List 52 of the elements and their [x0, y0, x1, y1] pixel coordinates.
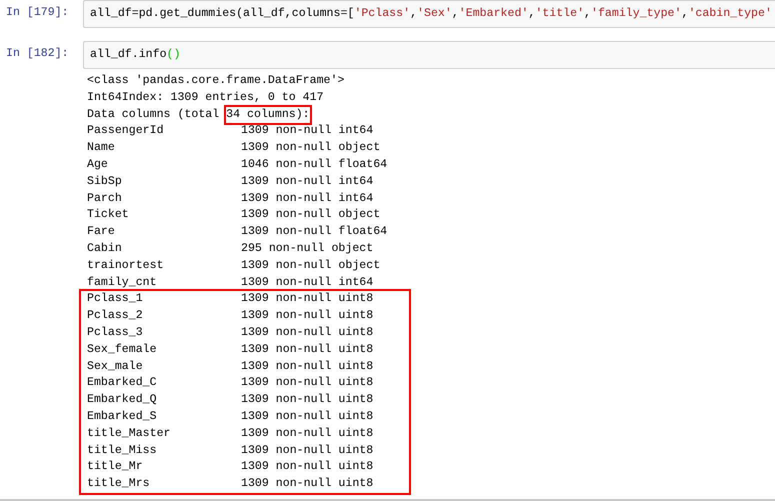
- column-info: 1309 non-null uint8: [241, 392, 374, 408]
- column-name: title_Miss: [87, 442, 158, 459]
- column-name: Cabin: [87, 240, 123, 257]
- column-info: 1309 non-null uint8: [241, 324, 374, 341]
- column-info: 1309 non-null int64: [241, 190, 374, 207]
- column-name: Ticket: [87, 207, 130, 224]
- column-name: Pclass_1: [87, 291, 144, 308]
- column-name: Age: [87, 156, 109, 173]
- highlighted-output-text: 34 columns):: [226, 106, 310, 124]
- column-info: 1309 non-null uint8: [241, 459, 374, 476]
- column-name: Sex_female: [87, 342, 158, 358]
- output-text: Int64Index: 1309 entries, 0 to 417: [87, 90, 324, 106]
- column-name: Embarked_S: [87, 408, 158, 425]
- column-name: PassengerId: [87, 123, 165, 140]
- column-name: Name: [87, 140, 116, 156]
- column-info: 1309 non-null uint8: [241, 308, 374, 324]
- column-info: 1309 non-null object: [241, 258, 380, 274]
- column-name: Embarked_C: [87, 375, 158, 392]
- column-info: 1309 non-null float64: [241, 224, 388, 240]
- column-name: title_Mr: [87, 459, 144, 476]
- column-name: Fare: [87, 224, 116, 240]
- column-name: Pclass_3: [87, 324, 144, 341]
- column-info: 1309 non-null int64: [241, 174, 374, 190]
- column-info: 1309 non-null uint8: [241, 375, 374, 392]
- column-name: title_Mrs: [87, 476, 151, 492]
- column-info: 1309 non-null uint8: [241, 408, 374, 425]
- column-info: 1309 non-null uint8: [241, 342, 374, 358]
- column-info: 1309 non-null uint8: [241, 476, 374, 492]
- output-text: <class 'pandas.core.frame.DataFrame'>: [87, 73, 344, 89]
- column-name: Sex_male: [87, 358, 144, 375]
- column-info: 1309 non-null object: [241, 207, 380, 224]
- output-text: Data columns (total: [87, 106, 220, 123]
- column-info: 1309 non-null uint8: [241, 291, 374, 308]
- column-info: 295 non-null object: [241, 240, 374, 257]
- column-info: 1309 non-null uint8: [241, 442, 374, 459]
- column-name: title_Master: [87, 426, 172, 442]
- column-info: 1309 non-null uint8: [241, 358, 374, 375]
- column-info: 1046 non-null float64: [241, 156, 388, 173]
- column-name: Parch: [87, 190, 123, 207]
- column-name: Embarked_Q: [87, 392, 158, 408]
- input-prompt: In [179]:: [5, 5, 70, 21]
- code-input[interactable]: all_df=pd.get_dummies(all_df,columns=['Pclass','Sex','Embarked','title','family_type','cabin_type': [83, 0, 775, 28]
- column-info: 1309 non-null int64: [241, 123, 374, 140]
- column-info: 1309 non-null int64: [241, 274, 374, 291]
- column-info: 1309 non-null object: [241, 140, 380, 156]
- input-prompt: In [182]:: [5, 46, 70, 62]
- column-name: trainortest: [87, 258, 165, 274]
- column-info: 1309 non-null uint8: [241, 426, 374, 442]
- column-name: SibSp: [87, 174, 123, 190]
- column-name: Pclass_2: [87, 308, 144, 324]
- column-name: family_cnt: [87, 274, 158, 291]
- code-input[interactable]: all_df.info(): [83, 41, 775, 69]
